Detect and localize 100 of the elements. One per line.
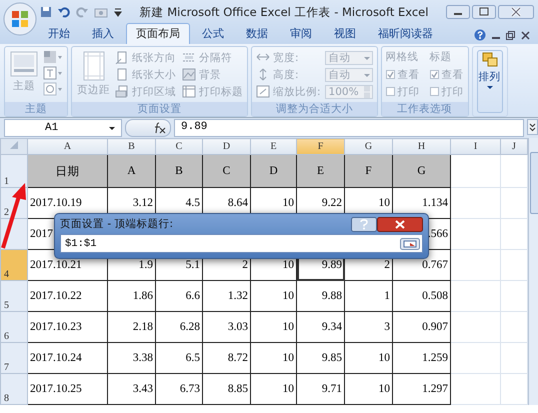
table-cell: 3.03 <box>202 312 250 342</box>
expand-icon[interactable] <box>527 119 538 135</box>
table-cell: 6.6 <box>156 280 202 312</box>
breaks-icon <box>182 51 196 64</box>
table-cell: 8.72 <box>202 342 250 374</box>
checkbox-label: 查看 <box>442 68 464 82</box>
arrange-button[interactable]: 排列 <box>476 50 503 113</box>
function-icon[interactable] <box>152 122 166 134</box>
table-cell: 10 <box>250 312 296 342</box>
row-header[interactable]: 6 <box>0 312 28 342</box>
close-icon[interactable] <box>521 30 530 40</box>
fonts-icon[interactable] <box>43 66 63 80</box>
name-box[interactable]: A1 <box>4 119 122 137</box>
table-cell: 10 <box>250 280 296 312</box>
help-icon[interactable] <box>474 29 486 41</box>
table-cell: 3.38 <box>108 342 156 374</box>
customize-icon[interactable] <box>114 7 122 17</box>
header-cell: D <box>250 154 296 188</box>
row-header[interactable]: 5 <box>0 280 28 312</box>
group-label: 页面设置 <box>72 102 247 116</box>
ribbon-tab[interactable]: 数据 <box>236 23 278 44</box>
field-label: 高度: <box>256 67 321 82</box>
check-icon <box>386 71 394 78</box>
checkbox-label: 打印 <box>398 84 420 98</box>
size-icon <box>115 68 129 81</box>
column-header[interactable]: H <box>392 138 450 154</box>
column-header[interactable]: A <box>28 138 108 154</box>
checkbox[interactable] <box>430 70 439 79</box>
header-cell: 日期 <box>28 154 108 188</box>
column-header[interactable]: G <box>344 138 392 154</box>
formula-field[interactable]: 9.89 <box>174 119 524 137</box>
table-cell: 10 <box>344 342 392 374</box>
table-cell: 2017.10.23 <box>28 312 108 342</box>
table-cell: 2017.10.24 <box>28 342 108 374</box>
checkbox-label: 查看 <box>398 68 420 82</box>
close-button[interactable] <box>377 216 423 232</box>
checkbox[interactable] <box>430 87 439 96</box>
group-label: 工作表选项 <box>382 102 468 116</box>
row-header[interactable]: 4 <box>0 250 28 280</box>
column-header[interactable]: E <box>250 138 296 154</box>
undo-icon[interactable] <box>58 6 70 18</box>
help-button[interactable] <box>351 216 377 232</box>
checkbox[interactable] <box>386 70 395 79</box>
table-cell: 0.907 <box>392 312 450 342</box>
table-cell: 1.86 <box>108 280 156 312</box>
column-header[interactable]: B <box>108 138 156 154</box>
header-cell: C <box>202 154 250 188</box>
pointer-arrow <box>1 183 26 249</box>
table-cell: 9.34 <box>296 312 344 342</box>
table-cell: 3.43 <box>108 374 156 404</box>
table-cell: 1 <box>344 280 392 312</box>
column-header[interactable]: F <box>296 138 344 154</box>
ribbon-tab[interactable]: 审阅 <box>280 23 322 44</box>
office-button[interactable] <box>3 2 37 36</box>
print-area-icon <box>115 85 129 98</box>
effects-icon[interactable] <box>43 82 63 96</box>
window-title: 新建 Microsoft Office Excel 工作表 - Microsoft Excel <box>138 4 430 20</box>
ribbon-tab[interactable]: 插入 <box>82 23 124 44</box>
scale-icon <box>256 85 270 98</box>
column-header[interactable]: I <box>450 138 500 154</box>
ribbon-tab[interactable]: 开始 <box>38 23 80 44</box>
vertical-scrollbar[interactable] <box>528 138 538 405</box>
table-cell: 2.18 <box>108 312 156 342</box>
reference-field[interactable]: $1:$1 <box>60 234 423 253</box>
minimize-button[interactable] <box>446 5 470 19</box>
restore-icon[interactable] <box>506 30 515 40</box>
header-cell: B <box>156 154 202 188</box>
table-cell: 10 <box>250 374 296 404</box>
ribbon-tab[interactable]: 页面布局 <box>126 23 190 44</box>
header-cell: G <box>392 154 450 188</box>
option-heading: 网格线 <box>386 50 420 65</box>
table-cell: 0.508 <box>392 280 450 312</box>
table-cell: 1.297 <box>392 374 450 404</box>
table-cell: 8.85 <box>202 374 250 404</box>
table-cell: 9.85 <box>296 342 344 374</box>
ribbon-tab[interactable]: 福昕阅读器 <box>368 23 443 44</box>
row-header[interactable]: 8 <box>0 374 28 404</box>
table-cell: 6.5 <box>156 342 202 374</box>
checkbox[interactable] <box>386 87 395 96</box>
checkbox-label: 打印 <box>442 84 464 98</box>
restore-button[interactable] <box>472 5 496 19</box>
ribbon-tab[interactable]: 公式 <box>192 23 234 44</box>
header-cell: A <box>108 154 156 188</box>
field-label: 缩放比例: <box>256 84 321 99</box>
table-cell: 3 <box>344 312 392 342</box>
row-header[interactable]: 7 <box>0 342 28 374</box>
table-cell: 9.88 <box>296 280 344 312</box>
group-label: 主题 <box>5 102 67 116</box>
column-header[interactable]: D <box>202 138 250 154</box>
arrange-icon <box>482 52 498 68</box>
table-cell: 6.28 <box>156 312 202 342</box>
row-header[interactable]: 1 <box>0 154 28 188</box>
column-header[interactable]: C <box>156 138 202 154</box>
column-header[interactable]: J <box>500 138 528 154</box>
colors-icon[interactable] <box>43 50 63 64</box>
collapse-icon[interactable] <box>400 238 420 250</box>
header-cell: F <box>344 154 392 188</box>
themes-icon <box>10 51 38 77</box>
save-icon[interactable] <box>40 6 52 18</box>
ribbon-tab[interactable]: 视图 <box>324 23 366 44</box>
